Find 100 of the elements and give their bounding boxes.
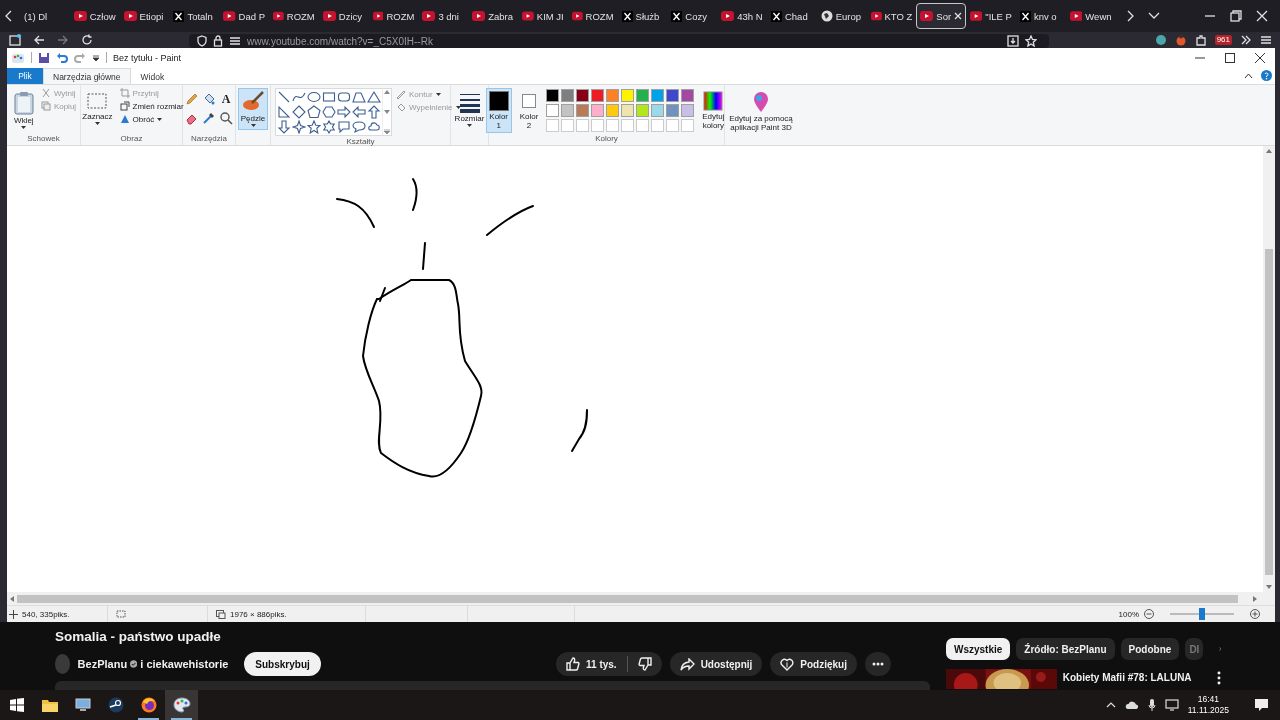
- triangle-icon[interactable]: [367, 90, 381, 104]
- channel-name[interactable]: BezPlanu: [77, 658, 128, 670]
- scroll-left-icon[interactable]: [10, 595, 14, 602]
- chevron-right-icon[interactable]: [1125, 10, 1134, 22]
- vertical-scrollbar[interactable]: [1263, 146, 1275, 592]
- network-icon[interactable]: [1164, 699, 1179, 711]
- subscribe-button[interactable]: Subskrybuj: [244, 652, 321, 676]
- browser-tab[interactable]: Totaln: [169, 3, 220, 29]
- color-swatch[interactable]: [666, 104, 680, 117]
- scroll-up-icon[interactable]: [1266, 149, 1272, 153]
- kebab-menu-icon[interactable]: [1217, 671, 1221, 685]
- browser-tab[interactable]: Służb: [617, 3, 668, 29]
- scroll-down-icon[interactable]: [1266, 585, 1272, 589]
- select-button[interactable]: Zaznacz: [79, 88, 116, 128]
- puzzle-icon[interactable]: [1194, 34, 1207, 46]
- hexagon-icon[interactable]: [322, 105, 336, 119]
- color-swatch[interactable]: [681, 89, 695, 102]
- browser-tab[interactable]: KIM JI: [517, 3, 568, 29]
- ribbon-tab[interactable]: Narzędzia główne: [43, 68, 131, 84]
- rotate-button[interactable]: Obróć: [119, 114, 184, 124]
- custom-color-slot[interactable]: [651, 119, 665, 132]
- file-menu-tab[interactable]: Plik: [7, 68, 43, 84]
- browser-tab[interactable]: ROZM: [368, 3, 419, 29]
- shape-gallery[interactable]: [275, 88, 392, 136]
- color-swatch[interactable]: [576, 104, 590, 117]
- menu-icon[interactable]: [1260, 34, 1272, 46]
- line-icon[interactable]: [277, 90, 291, 104]
- cloud-icon[interactable]: [1124, 700, 1139, 710]
- close-icon[interactable]: [1255, 52, 1265, 63]
- color-swatch[interactable]: [621, 104, 635, 117]
- browser-tab[interactable]: "ILE P: [966, 3, 1016, 29]
- custom-color-slot[interactable]: [546, 119, 560, 132]
- browser-tab[interactable]: ROZM: [269, 3, 319, 29]
- address-bar[interactable]: www.youtube.com/watch?v=_C5X0IH--Rk: [189, 34, 1049, 48]
- color-swatch[interactable]: [606, 89, 620, 102]
- custom-color-slot[interactable]: [636, 119, 650, 132]
- oval-icon[interactable]: [307, 90, 321, 104]
- color-swatch[interactable]: [666, 89, 680, 102]
- browser-tab[interactable]: Sor: [916, 3, 967, 29]
- custom-color-slot[interactable]: [681, 119, 695, 132]
- collaborator-name[interactable]: i ciekawehistorie: [140, 658, 229, 670]
- rectangle-icon[interactable]: [322, 90, 336, 104]
- brushes-button[interactable]: Pędzle: [237, 88, 269, 130]
- browser-tab[interactable]: Człow: [69, 3, 120, 29]
- text-tool-button[interactable]: A: [219, 92, 233, 106]
- color-swatch[interactable]: [591, 104, 605, 117]
- polygon-icon[interactable]: [352, 90, 366, 104]
- color-swatch[interactable]: [546, 89, 560, 102]
- fill-bucket-icon[interactable]: [202, 92, 216, 106]
- color-swatch[interactable]: [636, 89, 650, 102]
- custom-color-slot[interactable]: [606, 119, 620, 132]
- caret-icon[interactable]: [467, 124, 472, 127]
- color-swatch[interactable]: [576, 89, 590, 102]
- chevron-down-icon[interactable]: [1147, 12, 1160, 20]
- browser-tab[interactable]: Wewn: [1065, 3, 1116, 29]
- right-arrow-icon[interactable]: [337, 105, 351, 119]
- share-button[interactable]: Udostępnij: [669, 652, 763, 676]
- left-arrow-icon[interactable]: [352, 105, 366, 119]
- caret-icon[interactable]: [94, 122, 100, 125]
- caret-icon[interactable]: [250, 124, 256, 127]
- reload-icon[interactable]: [81, 34, 93, 46]
- ribbon-tab[interactable]: Widok: [130, 68, 175, 84]
- scroll-up-icon[interactable]: [384, 90, 390, 94]
- edit-colors-button[interactable]: Edytuj kolory: [699, 88, 728, 133]
- chevron-left-icon[interactable]: [4, 10, 14, 22]
- extension-badge[interactable]: 961: [1214, 35, 1232, 45]
- oval-callout-icon[interactable]: [352, 120, 366, 134]
- color-1-button[interactable]: Kolor 1: [485, 88, 512, 133]
- browser-tab[interactable]: 43h N: [717, 3, 767, 29]
- rounded-rectangle-icon[interactable]: [337, 90, 351, 104]
- dropdown-icon[interactable]: [92, 53, 100, 62]
- back-icon[interactable]: [33, 34, 45, 46]
- speech-bubble-icon[interactable]: [337, 120, 351, 134]
- zoom-out-icon[interactable]: [1144, 609, 1154, 619]
- browser-tab[interactable]: Chad: [766, 3, 817, 29]
- color-swatch[interactable]: [636, 104, 650, 117]
- color-swatch[interactable]: [561, 89, 575, 102]
- custom-color-slot[interactable]: [666, 119, 680, 132]
- reader-icon[interactable]: [1007, 35, 1019, 47]
- color-2-button[interactable]: Kolor 2: [516, 88, 542, 133]
- right-triangle-icon[interactable]: [277, 105, 291, 119]
- color-swatch[interactable]: [681, 104, 695, 117]
- resize-button[interactable]: Zmień rozmiar: [119, 101, 184, 111]
- maximize-icon[interactable]: [1225, 52, 1235, 63]
- zoom-slider-thumb[interactable]: [1199, 608, 1205, 620]
- color-swatch[interactable]: [651, 89, 665, 102]
- browser-tab[interactable]: Etiopi: [119, 3, 170, 29]
- sidebar-icon[interactable]: [9, 34, 21, 46]
- scroll-down-icon[interactable]: [384, 109, 390, 114]
- custom-color-slot[interactable]: [591, 119, 605, 132]
- custom-color-slot[interactable]: [621, 119, 635, 132]
- filter-chip[interactable]: Podobne: [1120, 638, 1180, 660]
- browser-tab[interactable]: Dzicy: [318, 3, 369, 29]
- pentagon-icon[interactable]: [307, 105, 321, 119]
- curve-icon[interactable]: [292, 90, 306, 104]
- more-actions-button[interactable]: [865, 652, 891, 676]
- zoom-in-icon[interactable]: [1250, 609, 1260, 619]
- ladybug-icon[interactable]: [1174, 34, 1187, 46]
- filter-chip[interactable]: Źródło: BezPlanu: [1016, 638, 1115, 660]
- globe-icon[interactable]: [1154, 34, 1167, 46]
